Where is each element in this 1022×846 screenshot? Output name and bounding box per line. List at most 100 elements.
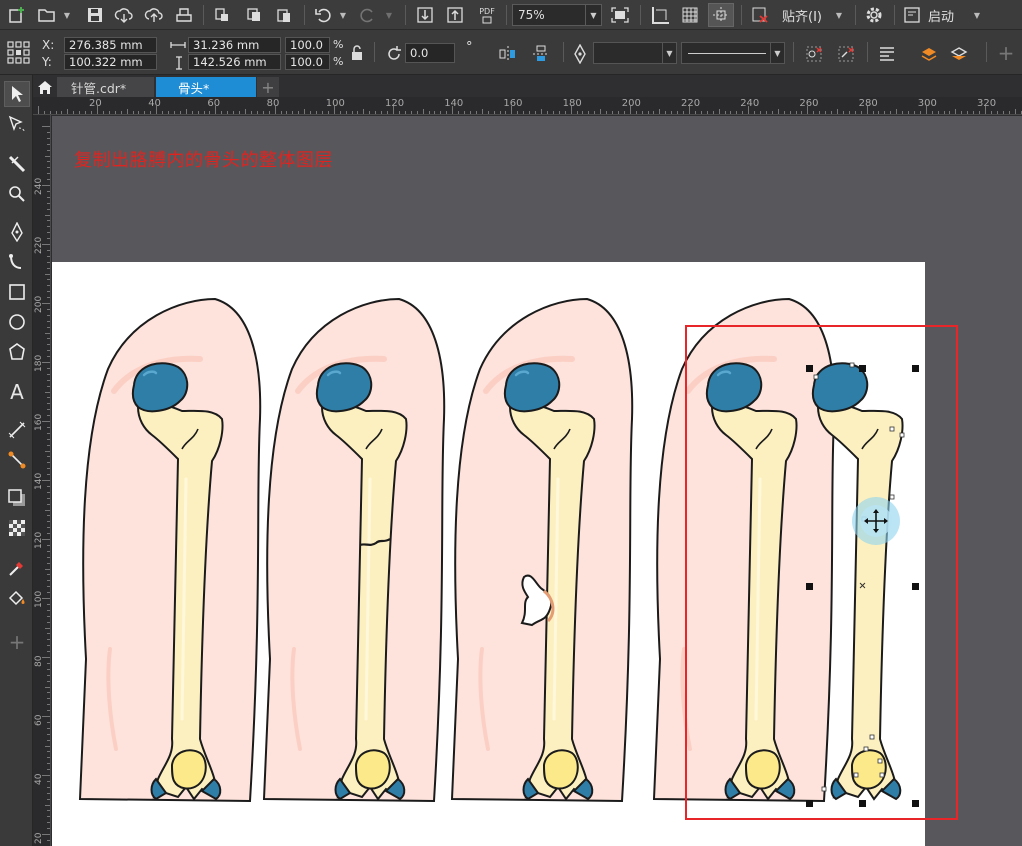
open-folder-icon[interactable] <box>36 3 58 27</box>
zoom-tool-icon[interactable] <box>4 181 30 207</box>
launch-menu-label[interactable]: 启动 <box>928 6 954 25</box>
cloud-download-icon[interactable] <box>113 3 135 27</box>
ruler-tick <box>47 196 50 198</box>
cloud-upload-icon[interactable] <box>143 3 165 27</box>
undo-icon[interactable] <box>312 3 334 27</box>
parallel-dimension-tool-icon[interactable] <box>4 417 30 443</box>
ruler-tick <box>250 111 252 114</box>
export-icon[interactable] <box>444 3 466 27</box>
outline-width-combo[interactable]: ▼ <box>593 42 677 64</box>
transparency-tool-icon[interactable] <box>4 515 30 541</box>
tab-bone-document[interactable]: 骨头* <box>156 77 256 97</box>
toolbar-separator <box>405 5 406 25</box>
text-tool-icon[interactable]: A <box>4 379 30 405</box>
line-style-combo[interactable]: ▼ <box>681 42 785 64</box>
ruler-tick <box>126 109 128 114</box>
crop-tool-icon[interactable] <box>4 151 30 177</box>
snap-off-icon[interactable] <box>749 3 771 27</box>
import-icon[interactable] <box>414 3 436 27</box>
toolbar-separator <box>563 42 564 62</box>
connector-tool-icon[interactable] <box>4 447 30 473</box>
ruler-tick <box>47 645 50 647</box>
chevron-down-icon[interactable]: ▼ <box>585 5 601 25</box>
artistic-media-tool-icon[interactable] <box>4 249 30 275</box>
print-icon[interactable] <box>173 3 195 27</box>
scale-y-field[interactable]: 100.0 <box>285 54 330 70</box>
eyedropper-tool-icon[interactable] <box>4 555 30 581</box>
ruler-tick <box>582 111 584 114</box>
snap-to-menu-label[interactable]: 贴齐(I) <box>782 6 822 25</box>
ruler-tick <box>45 214 50 216</box>
publish-pdf-icon[interactable]: PDF <box>474 3 500 27</box>
combine-icon[interactable] <box>803 43 825 65</box>
arm-bone-figure-comminuted <box>452 299 632 801</box>
chevron-down-icon[interactable]: ▼ <box>770 43 784 63</box>
rotation-angle-field[interactable]: 0.0 <box>405 43 455 63</box>
tab-needle-document[interactable]: 针管.cdr* <box>57 77 154 97</box>
polygon-tool-icon[interactable] <box>4 339 30 365</box>
height-icon <box>172 55 186 71</box>
ruler-tick <box>671 111 673 114</box>
drop-shadow-tool-icon[interactable] <box>4 485 30 511</box>
home-icon[interactable] <box>35 77 55 97</box>
chevron-down-icon[interactable]: ▼ <box>662 43 676 63</box>
ruler-tick <box>47 574 50 576</box>
ruler-tick <box>896 109 898 114</box>
vertical-ruler[interactable]: 240 220 200 180 160 140 120 100 80 60 40 20 <box>33 115 51 846</box>
x-position-field[interactable]: 276.385 mm <box>64 37 157 53</box>
object-width-field[interactable]: 31.236 mm <box>188 37 281 53</box>
save-icon[interactable] <box>84 3 106 27</box>
horizontal-ruler[interactable]: 20 40 60 80 100 120 140 160 180 200 220 240 260 280 30… <box>33 97 1022 115</box>
highlight-frame <box>685 325 958 820</box>
outline-pen-icon[interactable] <box>570 43 590 65</box>
object-height-field[interactable]: 142.526 mm <box>188 54 281 70</box>
redo-dropdown-icon[interactable]: ▼ <box>384 9 394 21</box>
grid-icon[interactable] <box>678 3 702 27</box>
rectangle-tool-icon[interactable] <box>4 279 30 305</box>
text-wrap-icon[interactable] <box>876 43 898 65</box>
shape-tool-icon[interactable] <box>4 111 30 137</box>
launch-dropdown-icon[interactable]: ▼ <box>972 9 982 21</box>
new-document-icon[interactable] <box>6 3 28 27</box>
snap-dropdown-icon[interactable]: ▼ <box>834 9 844 21</box>
ruler-tick <box>45 568 50 570</box>
ruler-tick <box>552 111 554 114</box>
mirror-vertical-icon[interactable] <box>530 43 552 65</box>
add-tool-icon[interactable]: + <box>4 629 30 655</box>
redo-icon[interactable] <box>357 3 379 27</box>
drawing-canvas[interactable]: 复制出胳膊内的骨头的整体图层 <box>52 116 1022 846</box>
ruler-tick <box>47 621 50 623</box>
mirror-horizontal-icon[interactable] <box>497 43 519 65</box>
settings-gear-icon[interactable] <box>862 3 886 27</box>
guidelines-icon[interactable] <box>708 3 734 27</box>
y-position-field[interactable]: 100.322 mm <box>64 54 157 70</box>
scale-x-field[interactable]: 100.0 <box>285 37 330 53</box>
ruler-tick <box>45 273 50 275</box>
ruler-tick <box>47 556 50 558</box>
to-front-icon[interactable] <box>918 43 940 65</box>
arm-bone-figure-healthy <box>80 299 260 801</box>
freehand-tool-icon[interactable] <box>4 219 30 245</box>
undo-dropdown-icon[interactable]: ▼ <box>338 9 348 21</box>
full-screen-icon[interactable] <box>609 3 631 27</box>
open-dropdown-icon[interactable]: ▼ <box>62 9 72 21</box>
ruler-tick <box>45 332 50 334</box>
new-tab-button[interactable]: + <box>257 77 279 97</box>
ruler-tick <box>535 111 537 114</box>
interactive-fill-tool-icon[interactable] <box>4 585 30 611</box>
ellipse-tool-icon[interactable] <box>4 309 30 335</box>
object-origin-icon[interactable] <box>5 38 33 66</box>
to-back-icon[interactable] <box>948 43 970 65</box>
cut-icon[interactable] <box>211 3 233 27</box>
zoom-level-combo[interactable]: 75% ▼ <box>512 4 602 26</box>
lock-ratio-icon[interactable] <box>348 44 366 62</box>
ruler-tick <box>47 662 50 664</box>
paste-icon[interactable] <box>273 3 295 27</box>
copy-icon[interactable] <box>243 3 265 27</box>
rulers-icon[interactable] <box>648 3 672 27</box>
add-property-icon[interactable]: + <box>996 41 1016 65</box>
launch-icon[interactable] <box>902 3 922 27</box>
break-apart-icon[interactable] <box>835 43 857 65</box>
pick-tool-icon[interactable] <box>4 81 30 107</box>
ruler-tick <box>523 111 525 114</box>
